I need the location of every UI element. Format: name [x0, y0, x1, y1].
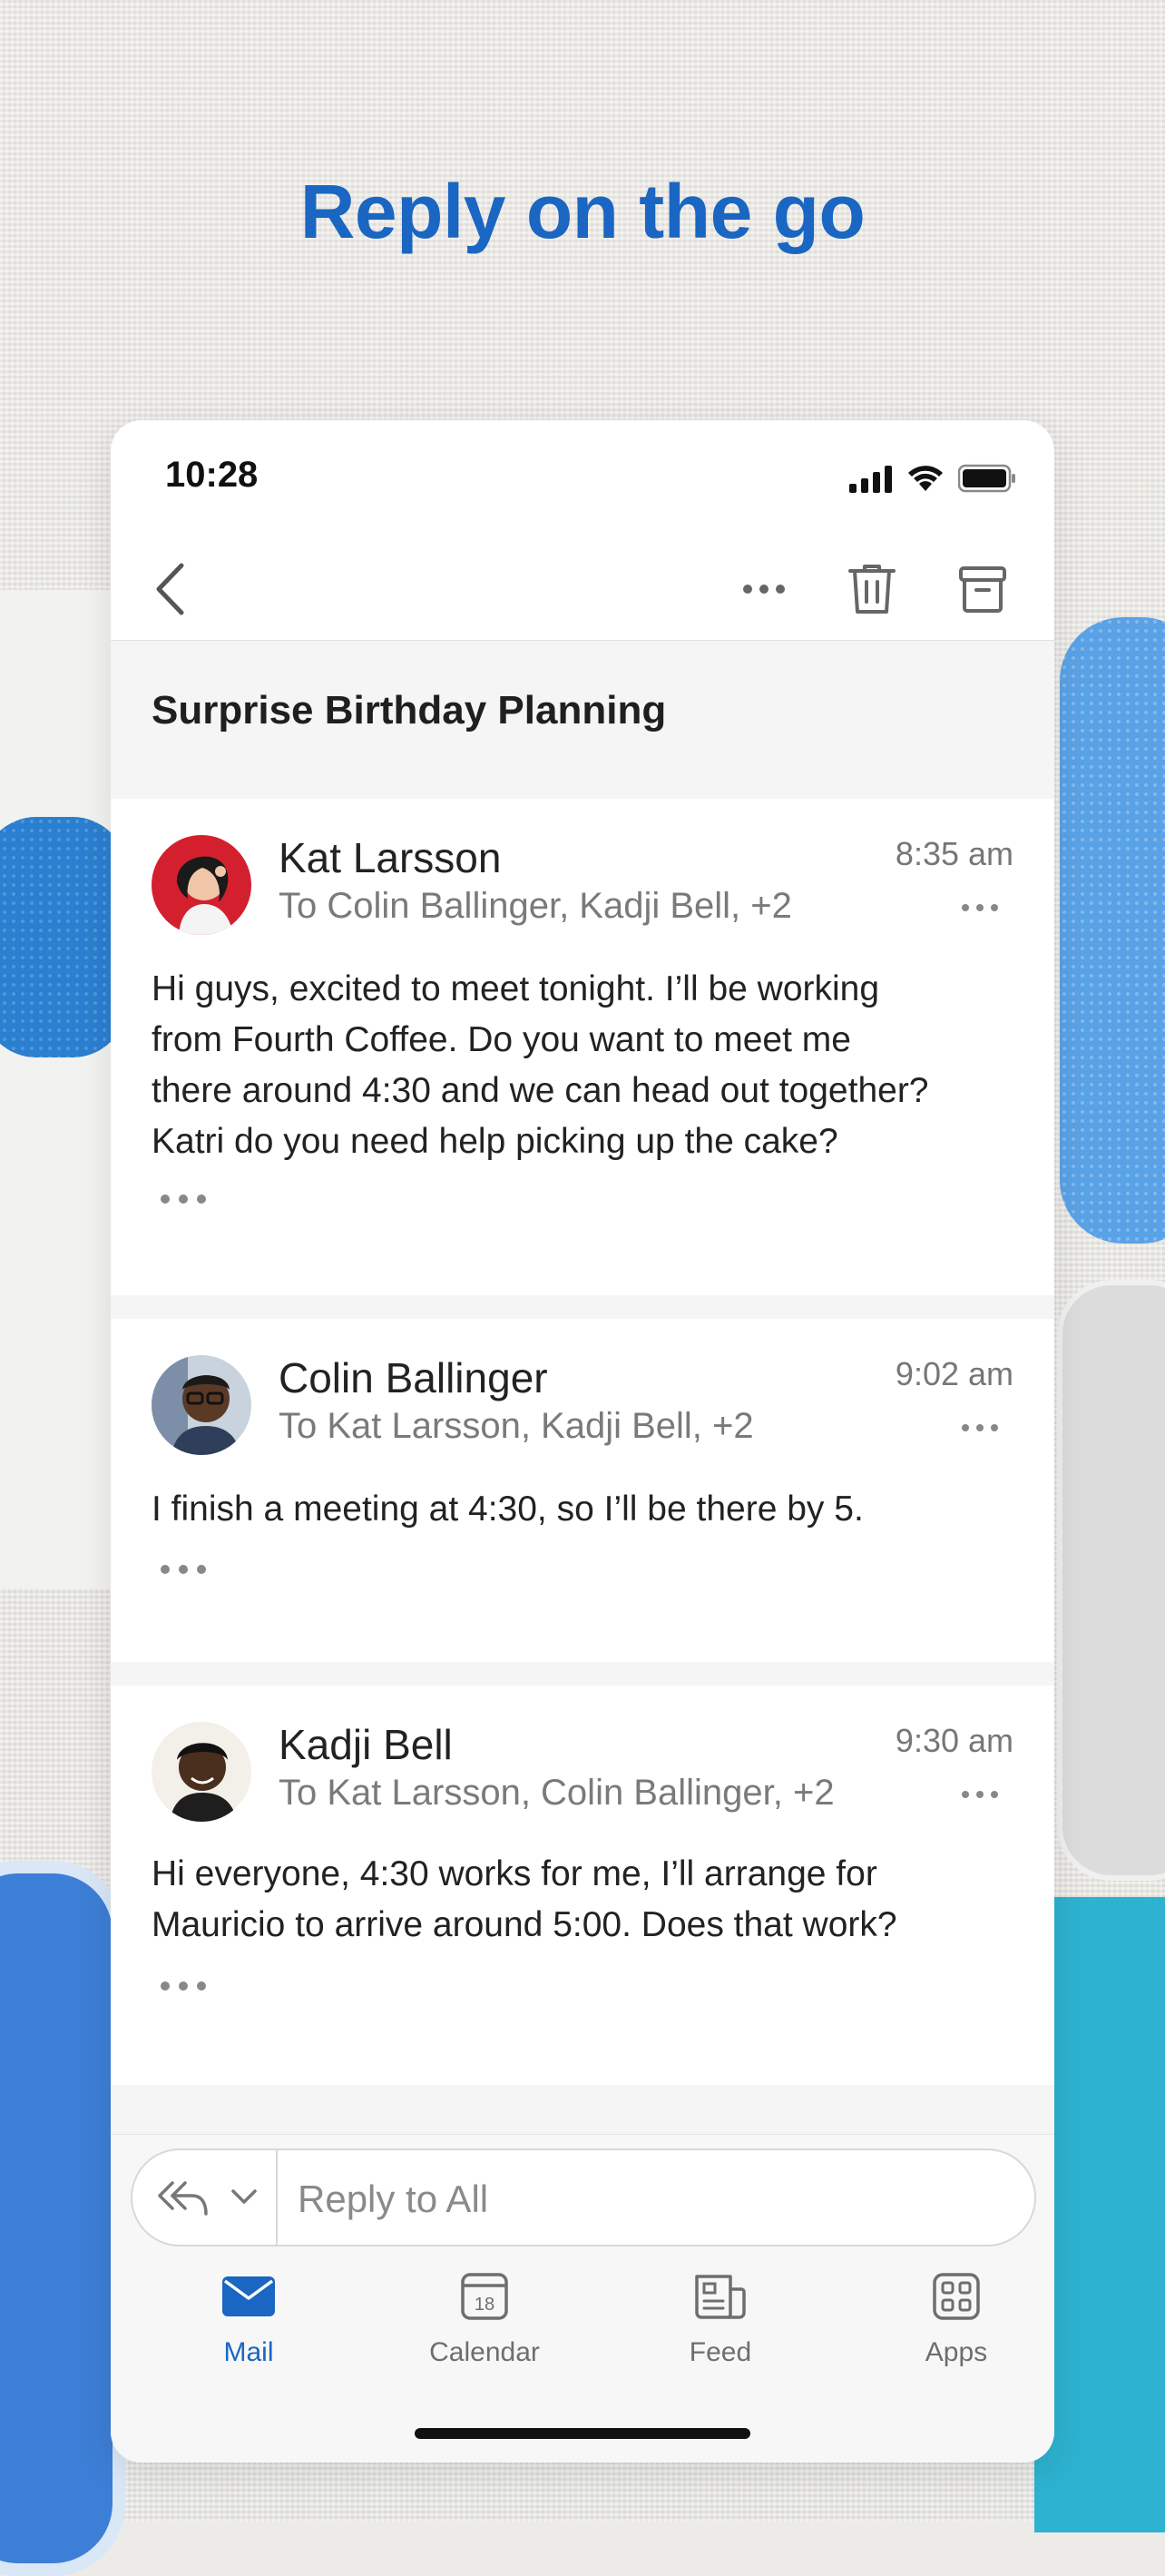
- message-time: 8:35 am: [895, 835, 1013, 872]
- delete-button[interactable]: [844, 556, 900, 622]
- home-indicator[interactable]: [415, 2428, 750, 2439]
- status-bar: 10:28: [111, 420, 1054, 538]
- message-card[interactable]: Kadji Bell To Kat Larsson, Colin Balling…: [111, 1686, 1054, 2086]
- message-body: I finish a meeting at 4:30, so I’ll be t…: [152, 1484, 1023, 1535]
- avatar: [152, 1355, 251, 1455]
- message-toolbar: [111, 538, 1054, 640]
- more-options-button[interactable]: [737, 556, 791, 622]
- recipients: To Kat Larsson, Kadji Bell, +2: [279, 1406, 754, 1446]
- show-quoted-icon[interactable]: [158, 1978, 209, 1994]
- sender-name: Kat Larsson: [279, 834, 502, 881]
- avatar: [152, 1722, 251, 1822]
- message-more-icon[interactable]: [960, 1787, 1000, 1802]
- message-separator: [111, 2085, 1054, 2134]
- background-blue-shape: [1060, 617, 1165, 1244]
- cellular-signal-icon: [849, 466, 892, 493]
- archive-icon: [959, 566, 1006, 613]
- body-line: Mauricio to arrive around 5:00. Does tha…: [152, 1905, 897, 1944]
- battery-icon: [958, 464, 1015, 493]
- calendar-day: 18: [475, 2295, 494, 2315]
- show-quoted-icon[interactable]: [158, 1561, 209, 1578]
- chevron-down-icon: [231, 2189, 257, 2204]
- mail-icon: [222, 2276, 275, 2316]
- apps-icon: [933, 2273, 980, 2320]
- message-more-icon[interactable]: [960, 900, 1000, 915]
- message-separator: [111, 1295, 1054, 1319]
- message-body: Hi everyone, 4:30 works for me, I’ll arr…: [152, 1849, 1023, 1951]
- background-blue-shape: [0, 817, 127, 1057]
- body-line: I finish a meeting at 4:30, so I’ll be t…: [152, 1490, 864, 1529]
- reply-type-selector[interactable]: [132, 2150, 278, 2245]
- recipients: To Colin Ballinger, Kadji Bell, +2: [279, 886, 792, 926]
- sender-name: Kadji Bell: [279, 1721, 453, 1768]
- tab-calendar[interactable]: 18 Calendar: [394, 2265, 575, 2368]
- message-card[interactable]: Kat Larsson To Colin Ballinger, Kadji Be…: [111, 799, 1054, 1296]
- wifi-icon: [908, 466, 943, 491]
- tab-label: Apps: [925, 2337, 988, 2367]
- reply-input[interactable]: Reply to All: [298, 2178, 488, 2221]
- reply-all-icon: [158, 2181, 208, 2216]
- tab-label: Feed: [689, 2337, 752, 2367]
- body-line: there around 4:30 and we can head out to…: [152, 1071, 929, 1110]
- background-blue-shape: [0, 1861, 125, 2576]
- message-time: 9:02 am: [895, 1355, 1013, 1392]
- show-quoted-icon[interactable]: [158, 1191, 209, 1207]
- body-line: Hi guys, excited to meet tonight. I’ll b…: [152, 969, 880, 1008]
- status-icons: [849, 464, 1016, 493]
- message-card[interactable]: Colin Ballinger To Kat Larsson, Kadji Be…: [111, 1319, 1054, 1663]
- status-time: 10:28: [165, 455, 259, 495]
- headline: Reply on the go: [299, 169, 866, 254]
- reply-bar: Reply to All: [131, 2148, 1036, 2247]
- more-icon: [743, 585, 785, 594]
- subject-bar: Surprise Birthday Planning: [111, 640, 1054, 801]
- feed-icon: [695, 2275, 746, 2319]
- recipients: To Kat Larsson, Colin Ballinger, +2: [279, 1773, 835, 1813]
- body-line: Katri do you need help picking up the ca…: [152, 1122, 838, 1161]
- background-gray-shape: [1057, 1280, 1165, 1881]
- tab-apps[interactable]: Apps: [866, 2265, 1047, 2368]
- trash-icon: [848, 565, 896, 614]
- background-panel: [0, 590, 113, 1588]
- phone-screen: 10:28 Surprise Birthday Planning Kat Lar…: [111, 420, 1054, 2463]
- message-more-icon[interactable]: [960, 1421, 1000, 1435]
- body-line: from Fourth Coffee. Do you want to meet …: [152, 1020, 851, 1059]
- tab-mail[interactable]: Mail: [158, 2265, 339, 2368]
- avatar: [152, 835, 251, 935]
- sender-name: Colin Ballinger: [279, 1354, 548, 1401]
- message-body: Hi guys, excited to meet tonight. I’ll b…: [152, 964, 1023, 1167]
- tab-label: Mail: [223, 2337, 274, 2367]
- back-icon: [156, 563, 184, 615]
- tab-bar: Mail 18 Calendar Feed Apps: [111, 2256, 1054, 2392]
- archive-button[interactable]: [955, 556, 1011, 622]
- message-separator: [111, 1662, 1054, 1686]
- body-line: Hi everyone, 4:30 works for me, I’ll arr…: [152, 1854, 877, 1893]
- calendar-icon: 18: [461, 2273, 508, 2320]
- tab-feed[interactable]: Feed: [630, 2265, 811, 2368]
- back-button[interactable]: [147, 556, 192, 622]
- message-time: 9:30 am: [895, 1722, 1013, 1759]
- thread-subject: Surprise Birthday Planning: [152, 688, 667, 732]
- tab-label: Calendar: [429, 2337, 540, 2367]
